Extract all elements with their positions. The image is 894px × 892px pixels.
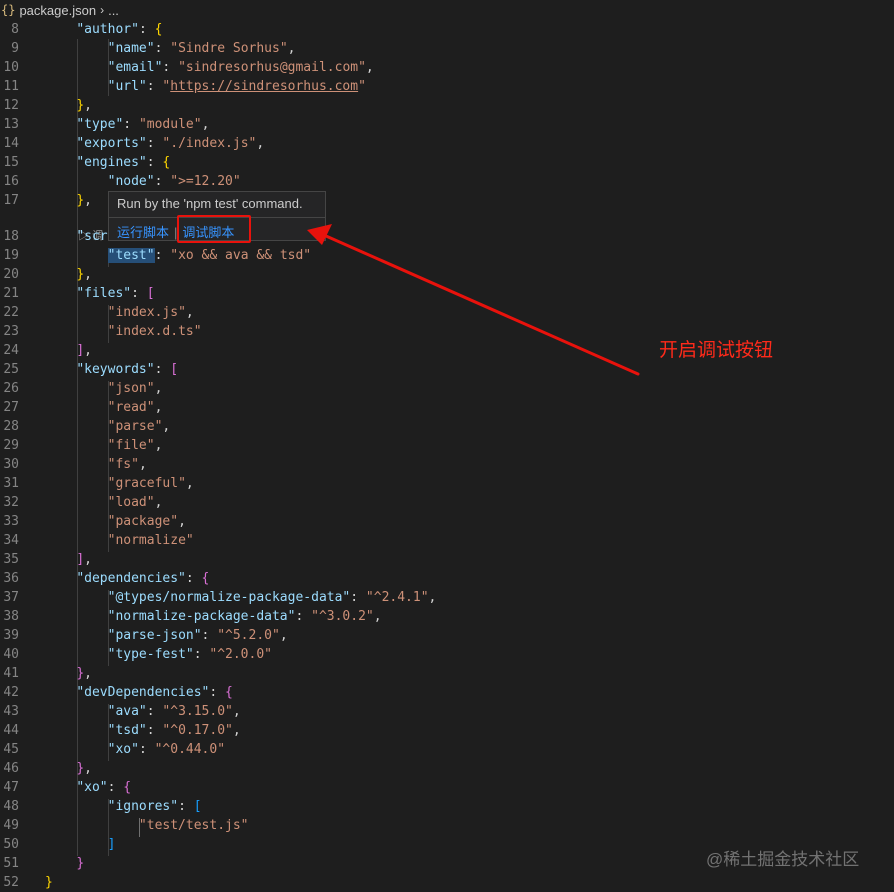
watermark: @稀土掘金技术社区 [706, 850, 860, 869]
annotation-arrow [307, 224, 640, 376]
arrow-head [307, 224, 332, 245]
annotation-label: 开启调试按钮 [659, 340, 774, 361]
arrow-shaft [324, 234, 640, 376]
